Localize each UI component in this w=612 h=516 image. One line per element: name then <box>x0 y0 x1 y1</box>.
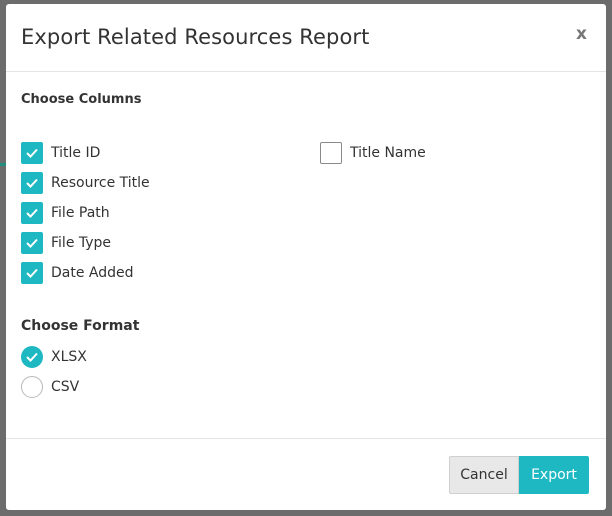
column-option-resource-title[interactable]: Resource Title <box>21 172 150 194</box>
column-option-label: Title ID <box>51 145 101 161</box>
dialog-header: Export Related Resources Report x <box>6 4 606 72</box>
column-option-label: File Type <box>51 235 112 251</box>
checkbox-unchecked-icon[interactable] <box>320 142 342 164</box>
radio-selected-icon[interactable] <box>21 346 43 368</box>
dialog-footer-divider <box>6 438 606 439</box>
format-option-xlsx[interactable]: XLSX <box>21 346 87 368</box>
format-option-label: XLSX <box>51 349 87 365</box>
export-dialog: Export Related Resources Report x Choose… <box>6 4 606 510</box>
format-option-csv[interactable]: CSV <box>21 376 79 398</box>
choose-columns-label: Choose Columns <box>21 92 142 107</box>
checkbox-checked-icon[interactable] <box>21 172 43 194</box>
column-option-title-name[interactable]: Title Name <box>320 142 426 164</box>
choose-format-label: Choose Format <box>21 318 140 334</box>
column-option-file-type[interactable]: File Type <box>21 232 111 254</box>
close-icon[interactable]: x <box>576 24 587 44</box>
column-option-date-added[interactable]: Date Added <box>21 262 134 284</box>
export-button[interactable]: Export <box>519 456 589 494</box>
column-option-file-path[interactable]: File Path <box>21 202 110 224</box>
column-option-label: File Path <box>51 205 110 221</box>
checkbox-checked-icon[interactable] <box>21 202 43 224</box>
checkbox-checked-icon[interactable] <box>21 262 43 284</box>
column-option-label: Resource Title <box>51 175 150 191</box>
radio-unselected-icon[interactable] <box>21 376 43 398</box>
column-option-label: Date Added <box>51 265 134 281</box>
checkbox-checked-icon[interactable] <box>21 142 43 164</box>
format-option-label: CSV <box>51 379 80 395</box>
dialog-title: Export Related Resources Report <box>21 25 370 49</box>
cancel-button[interactable]: Cancel <box>449 456 519 494</box>
checkbox-checked-icon[interactable] <box>21 232 43 254</box>
column-option-title-id[interactable]: Title ID <box>21 142 100 164</box>
column-option-label: Title Name <box>350 145 426 161</box>
